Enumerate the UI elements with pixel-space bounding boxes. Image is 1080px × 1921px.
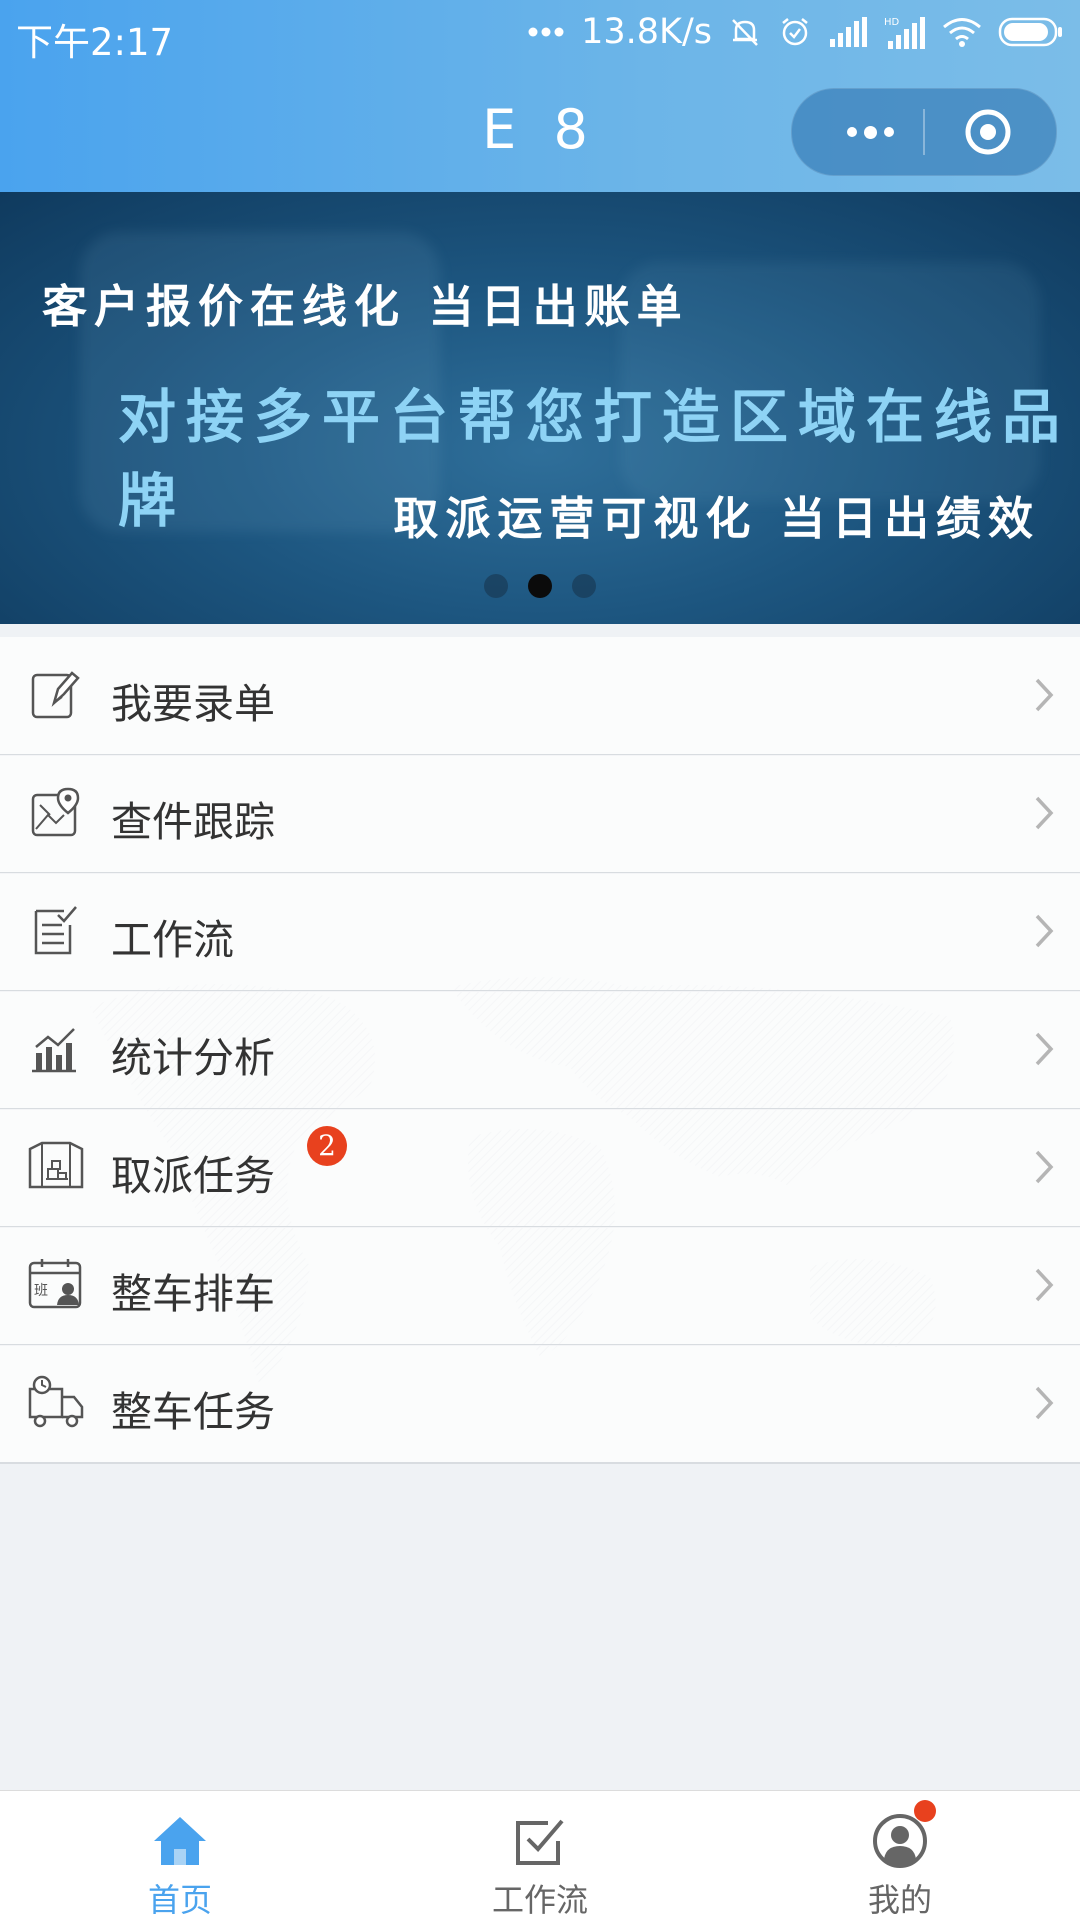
menu-item-label: 工作流 — [111, 916, 234, 964]
menu-item-pickup-delivery-tasks[interactable]: 取派任务 2 — [0, 1109, 1080, 1228]
mute-bell-icon — [732, 19, 758, 46]
carousel-dot[interactable] — [484, 574, 508, 598]
net-speed: 13.8K/s — [581, 12, 712, 52]
promo-banner[interactable]: 客户报价在线化 当日出账单 对接多平台帮您打造区域在线品牌 取派运营可视化 当日… — [0, 192, 1080, 624]
status-icons: 13.8K/s HD — [527, 12, 1064, 52]
menu-item-label: 我要录单 — [111, 680, 275, 728]
carousel-indicator — [0, 574, 1080, 598]
carousel-dot[interactable] — [572, 574, 596, 598]
warehouse-icon — [28, 1141, 84, 1189]
chevron-right-icon — [1035, 1150, 1054, 1184]
menu-item-vehicle-scheduling[interactable]: 班 整车排车 — [0, 1227, 1080, 1346]
banner-line-1: 客户报价在线化 当日出账单 — [42, 280, 689, 333]
banner-line-3: 取派运营可视化 当日出绩效 — [393, 492, 1040, 545]
menu-item-label: 统计分析 — [111, 1034, 275, 1082]
user-icon — [873, 1814, 927, 1868]
truck-clock-icon — [28, 1375, 84, 1428]
more-dots-icon — [846, 127, 857, 137]
menu-list: 我要录单 查件跟踪 工作流 统计分析 取派任务 2 班 整车排车 整车任务 — [0, 637, 1080, 1465]
battery-icon — [998, 17, 1062, 47]
tab-home[interactable]: 首页 — [80, 1791, 280, 1921]
home-icon — [154, 1817, 206, 1865]
notification-badge: 2 — [307, 1126, 347, 1166]
checklist-icon — [34, 906, 77, 955]
menu-item-workflow[interactable]: 工作流 — [0, 873, 1080, 992]
menu-item-label: 查件跟踪 — [111, 798, 275, 846]
more-dots-icon — [528, 27, 564, 37]
chevron-right-icon — [1035, 1268, 1054, 1302]
chevron-right-icon — [1035, 914, 1054, 948]
carousel-dot-active[interactable] — [528, 574, 552, 598]
capsule-divider — [923, 109, 925, 155]
tab-mine[interactable]: 我的 — [800, 1791, 1000, 1921]
menu-item-vehicle-tasks[interactable]: 整车任务 — [0, 1345, 1080, 1464]
bar-chart-icon — [32, 1028, 76, 1073]
tab-label: 首页 — [147, 1881, 212, 1919]
menu-item-label: 取派任务 — [111, 1152, 275, 1200]
menu-item-create-order[interactable]: 我要录单 — [0, 637, 1080, 756]
more-button[interactable] — [820, 109, 920, 155]
map-pin-icon — [31, 787, 80, 837]
signal-icon — [830, 17, 867, 47]
checkbox-icon — [516, 1819, 564, 1865]
menu-item-label: 整车任务 — [111, 1388, 275, 1436]
chevron-right-icon — [1035, 1032, 1054, 1066]
mini-program-capsule — [791, 88, 1057, 176]
close-button[interactable] — [952, 109, 1024, 155]
hd-signal-icon: HD — [884, 17, 925, 49]
menu-item-label: 整车排车 — [111, 1270, 275, 1318]
target-icon — [965, 109, 1011, 155]
wifi-icon — [943, 18, 981, 47]
svg-text:班: 班 — [34, 1283, 48, 1299]
more-dot-center — [863, 125, 877, 139]
bottom-tab-bar: 首页 工作流 我的 — [0, 1790, 1080, 1921]
notification-dot — [914, 1800, 936, 1822]
more-dot-right — [883, 127, 894, 137]
svg-text:HD: HD — [884, 17, 900, 28]
menu-item-track-shipment[interactable]: 查件跟踪 — [0, 755, 1080, 874]
menu-item-statistics[interactable]: 统计分析 — [0, 991, 1080, 1110]
tab-label: 工作流 — [491, 1881, 588, 1919]
edit-document-icon — [31, 671, 80, 719]
tab-workflow[interactable]: 工作流 — [440, 1791, 640, 1921]
schedule-person-icon: 班 — [28, 1259, 82, 1309]
chevron-right-icon — [1035, 1386, 1054, 1420]
alarm-icon — [782, 18, 808, 46]
chevron-right-icon — [1035, 796, 1054, 830]
tab-label: 我的 — [867, 1881, 932, 1919]
top-bar: 下午2:17 13.8K/s HD E 8 — [0, 0, 1080, 192]
chevron-right-icon — [1035, 678, 1054, 712]
status-time: 下午2:17 — [16, 21, 174, 64]
